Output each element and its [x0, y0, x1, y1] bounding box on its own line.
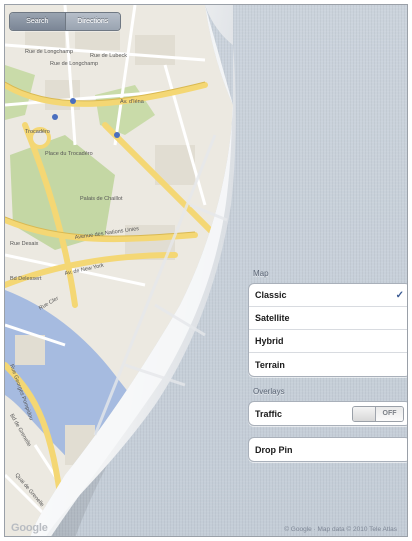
traffic-toggle[interactable]: OFF [352, 405, 404, 422]
app-frame: Rue de Longchamp Rue de Lubeck Av. d'Ién… [4, 4, 408, 537]
overlays-section-label: Overlays [253, 387, 285, 396]
traffic-label: Traffic [255, 408, 283, 419]
map-label: Rue de Lubeck [90, 53, 127, 59]
map-type-label: Classic [255, 290, 287, 300]
metro-icon [70, 98, 76, 104]
toggle-state-label: OFF [376, 406, 403, 421]
directions-tab[interactable]: Directions [65, 13, 120, 30]
map-attribution[interactable]: © Google · Map data © 2010 Tele Atlas [284, 526, 397, 533]
map-label: Rue Desaix [10, 241, 39, 247]
metro-icon [52, 114, 58, 120]
map-type-label: Terrain [255, 359, 285, 370]
checkmark-icon: ✓ [395, 289, 404, 301]
map-type-list: Classic ✓ Satellite Hybrid Terrain [248, 283, 407, 377]
drop-pin-button[interactable]: Drop Pin [249, 438, 407, 461]
map-type-label: Hybrid [255, 336, 284, 346]
map-label: Av. d'Iéna [120, 99, 145, 105]
map-type-classic[interactable]: Classic ✓ [249, 284, 407, 307]
search-directions-control[interactable]: Search Directions [9, 12, 121, 31]
overlays-list: Traffic OFF [248, 401, 407, 426]
map-label: Bd Delessert [10, 276, 42, 282]
map-type-hybrid[interactable]: Hybrid [249, 330, 407, 353]
map-label: Rue de Longchamp [50, 61, 98, 67]
map-label: Place du Trocadéro [45, 151, 93, 157]
map-label: Palais de Chaillot [80, 196, 123, 202]
google-logo: Google [11, 522, 48, 534]
search-tab[interactable]: Search [10, 13, 66, 30]
map-label: Trocadéro [25, 129, 50, 135]
map-section-label: Map [253, 269, 269, 278]
map-type-label: Satellite [255, 313, 290, 323]
toggle-knob[interactable] [353, 406, 376, 421]
drop-pin-group: Drop Pin [248, 437, 407, 462]
traffic-row: Traffic OFF [249, 402, 407, 425]
map-label: Rue de Longchamp [25, 49, 73, 55]
map-type-satellite[interactable]: Satellite [249, 307, 407, 330]
metro-icon [114, 132, 120, 138]
map-type-terrain[interactable]: Terrain [249, 353, 407, 376]
drop-pin-label: Drop Pin [255, 444, 293, 455]
